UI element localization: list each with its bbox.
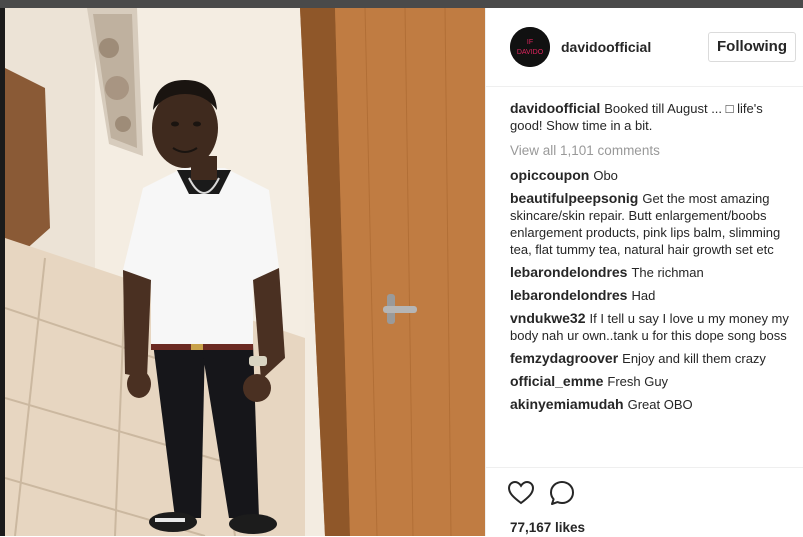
comment-username[interactable]: femzydagroover <box>510 350 618 366</box>
comment-item: akinyemiamudah Great OBO <box>510 396 796 413</box>
post-photo-illustration <box>5 8 485 536</box>
comment-username[interactable]: lebarondelondres <box>510 264 627 280</box>
comment-container: opiccoupon Obo beautifulpeepsonig Get the m… <box>510 167 796 413</box>
post-caption: davidoofficial Booked till August ... □ l… <box>510 100 796 134</box>
comment-item: femzydagroover Enjoy and kill them crazy <box>510 350 796 367</box>
comment-button[interactable] <box>547 478 577 508</box>
post-sidebar: IF DAVIDO davidoofficial Following david… <box>485 8 803 536</box>
comment-text: Fresh Guy <box>607 374 669 389</box>
comment-username[interactable]: lebarondelondres <box>510 287 627 303</box>
comment-text: The richman <box>631 265 704 280</box>
comment-username[interactable]: akinyemiamudah <box>510 396 624 412</box>
view-all-comments-link[interactable]: View all 1,101 comments <box>510 142 796 159</box>
caption-username[interactable]: davidoofficial <box>510 100 600 116</box>
heart-icon <box>508 481 534 505</box>
speech-bubble-icon <box>550 481 574 505</box>
comment-text: Obo <box>593 168 618 183</box>
svg-text:IF: IF <box>527 39 533 46</box>
comment-item: lebarondelondres Had <box>510 287 796 304</box>
comment-text: Had <box>631 288 656 303</box>
comment-item: official_emme Fresh Guy <box>510 373 796 390</box>
post-photo[interactable] <box>5 8 485 536</box>
comment-username[interactable]: opiccoupon <box>510 167 589 183</box>
comment-item: lebarondelondres The richman <box>510 264 796 281</box>
comment-username[interactable]: beautifulpeepsonig <box>510 190 638 206</box>
comment-username[interactable]: vndukwe32 <box>510 310 585 326</box>
comment-username[interactable]: official_emme <box>510 373 603 389</box>
comment-item: vndukwe32 If I tell u say I love u my mon… <box>510 310 796 344</box>
post-author-username[interactable]: davidoofficial <box>561 39 651 55</box>
comment-text: Enjoy and kill them crazy <box>622 351 766 366</box>
following-button[interactable]: Following <box>708 32 796 62</box>
post-actions: 77,167 likes <box>486 467 803 537</box>
post-header: IF DAVIDO davidoofficial Following <box>486 8 803 87</box>
comment-text: Great OBO <box>627 397 693 412</box>
like-button[interactable] <box>506 478 536 508</box>
comment-item: opiccoupon Obo <box>510 167 796 184</box>
avatar-image: IF DAVIDO <box>510 27 550 67</box>
comment-item: beautifulpeepsonig Get the most amazing s… <box>510 190 796 258</box>
window-top-bar <box>0 0 803 8</box>
avatar[interactable]: IF DAVIDO <box>510 27 550 67</box>
comments-list[interactable]: davidoofficial Booked till August ... □ l… <box>510 100 796 467</box>
svg-text:DAVIDO: DAVIDO <box>517 49 544 56</box>
likes-count[interactable]: 77,167 likes <box>510 520 585 535</box>
